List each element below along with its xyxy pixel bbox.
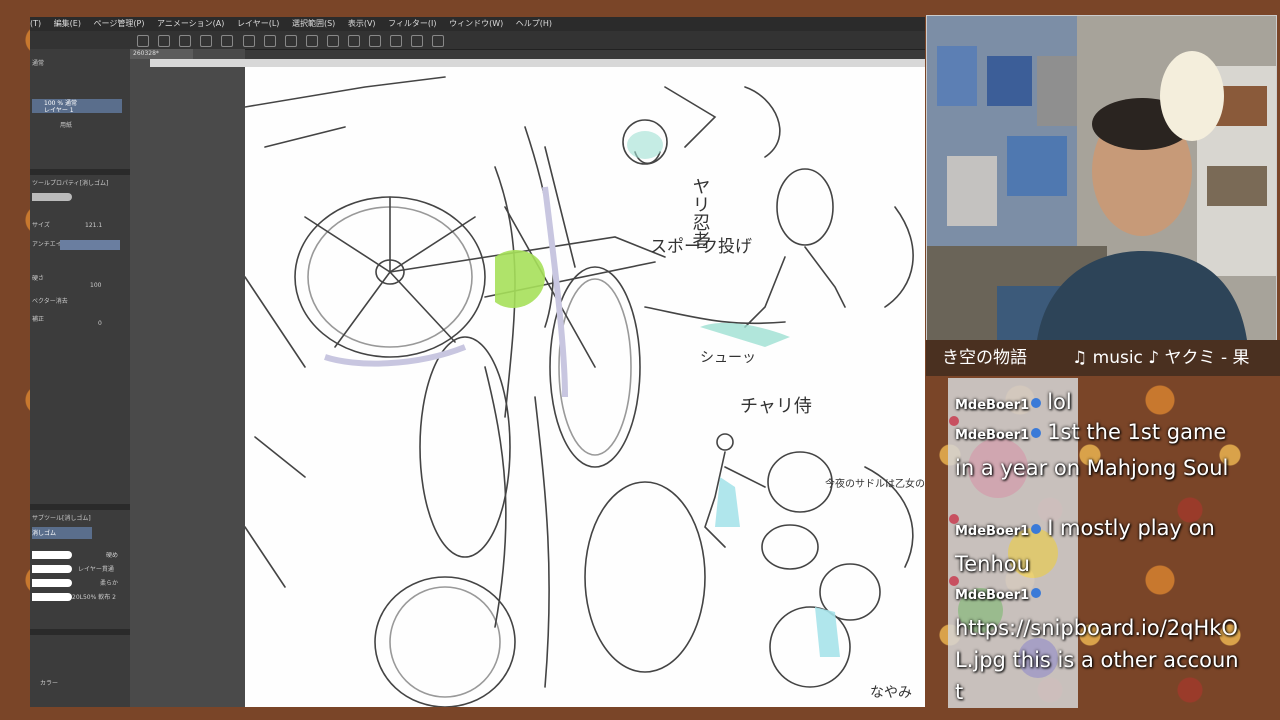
subtool-item-cloth[interactable]: 20L50% 軟布 2 <box>72 593 116 602</box>
command-toolbar <box>30 31 925 50</box>
stream-frame: (T) 編集(E) ページ管理(P) アニメーション(A) レイヤー(L) 選択… <box>0 0 1280 720</box>
menu-item-selection[interactable]: 選択範囲(S) <box>292 19 335 28</box>
user-badge-icon <box>1031 588 1042 598</box>
panel-divider <box>30 504 130 510</box>
layer-blend-mode[interactable]: 通常 <box>32 59 44 68</box>
menu-item-tools[interactable]: (T) <box>30 19 41 28</box>
menu-item-layer[interactable]: レイヤー(L) <box>237 19 279 28</box>
chat-username: MdeBoer1 <box>955 398 1030 413</box>
menu-item-animation[interactable]: アニメーション(A) <box>157 19 224 28</box>
menu-item-view[interactable]: 表示(V) <box>348 19 376 28</box>
subtool-soft-stroke-icon <box>32 579 72 587</box>
sketch-label-dialogue: 今夜のサドルは乙女の尻を欲しがっておるわ <box>825 477 925 490</box>
plush-toy <box>1160 51 1224 141</box>
menu-item-filter[interactable]: フィルター(I) <box>388 19 436 28</box>
brush-preview-icon <box>32 193 72 201</box>
chat-bullet-icon <box>949 576 959 586</box>
redo-icon[interactable] <box>242 35 255 47</box>
subtool-item-through[interactable]: レイヤー貫通 <box>78 565 114 574</box>
music-label: ♫ music ♪ ヤクミ - 果 <box>1072 348 1250 368</box>
chat-text: lol <box>1047 390 1072 414</box>
user-badge-icon <box>1031 524 1042 534</box>
sketch-label-shoo: シューッ <box>700 350 756 366</box>
menu-item-page[interactable]: ページ管理(P) <box>94 19 145 28</box>
hardness-value[interactable]: 100 <box>90 281 101 290</box>
sketch-label-spoke: スポーク投げ <box>650 237 752 257</box>
subtool-item-soft[interactable]: 柔らか <box>100 579 118 588</box>
new-file-icon[interactable] <box>137 35 150 47</box>
green-ninja-color <box>495 249 545 308</box>
menu-item-help[interactable]: ヘルプ(H) <box>516 19 552 28</box>
fill-icon[interactable] <box>284 35 297 47</box>
subtool-title: サブツール[消しゴム] <box>32 515 91 522</box>
chat-username: MdeBoer1 <box>955 524 1030 539</box>
chat-overlay: MdeBoer1 lol MdeBoer1 1st the 1st game in … <box>945 378 1245 708</box>
chat-username: MdeBoer1 <box>955 588 1030 603</box>
vector-erase-label: ベクター消去 <box>32 298 68 305</box>
select-all-icon[interactable] <box>348 35 361 47</box>
menu-item-window[interactable]: ウィンドウ(W) <box>449 19 503 28</box>
webcam-feed <box>926 15 1277 341</box>
menu-item-edit[interactable]: 編集(E) <box>54 19 81 28</box>
loading-icon[interactable] <box>263 35 276 47</box>
chat-message: MdeBoer1 https://snipboard.io/2qHkOL.jpg … <box>949 576 1240 708</box>
now-playing-bar: き空の物語 ♫ music ♪ ヤクミ - 果 <box>926 340 1280 376</box>
sketch-drawing: ヤリ忍者 スポーク投げ シューッ チャリ侍 今夜のサドルは乙女の尻を欲しがってお… <box>245 76 925 707</box>
subtool-cloth-stroke-icon <box>32 593 72 601</box>
chat-message: MdeBoer1 I mostly play on Tenhou <box>949 512 1240 580</box>
subtool-through-stroke-icon <box>32 565 72 573</box>
undo-icon[interactable] <box>221 35 234 47</box>
user-badge-icon <box>1031 428 1042 438</box>
music-title-scroll: き空の物語 <box>942 348 1027 368</box>
panel-divider <box>30 629 130 635</box>
hardness-label: 硬さ <box>32 275 45 282</box>
subtool-hard-stroke-icon <box>32 551 72 559</box>
chat-username: MdeBoer1 <box>955 428 1030 443</box>
clip-studio-window: (T) 編集(E) ページ管理(P) アニメーション(A) レイヤー(L) 選択… <box>30 17 925 707</box>
sketch-label-nayami: なやみ <box>870 685 912 701</box>
horizontal-ruler <box>150 59 925 67</box>
clear-icon[interactable] <box>326 35 339 47</box>
user-badge-icon <box>1031 398 1042 408</box>
correction-label: 補正 <box>32 316 45 323</box>
color-label[interactable]: カラー <box>40 679 58 688</box>
crop-icon[interactable] <box>390 35 403 47</box>
size-label: サイズ <box>32 222 50 229</box>
export-icon[interactable] <box>200 35 213 47</box>
subtool-header: 消しゴム <box>32 530 57 537</box>
layer-and-tool-panel: 通常 100 % 通常 レイヤー 1 用紙 ツールプロパティ[消しゴム] サイズ… <box>30 49 130 707</box>
subtool-item-hard[interactable]: 硬め <box>106 551 118 560</box>
document-tab[interactable]: 260328* <box>130 49 193 59</box>
empty-dock-column <box>130 49 245 707</box>
layer-item-paper[interactable]: 用紙 <box>60 121 72 130</box>
transform-icon[interactable] <box>305 35 318 47</box>
help-icon[interactable] <box>432 35 445 47</box>
settings-icon[interactable] <box>411 35 424 47</box>
deselect-icon[interactable] <box>369 35 382 47</box>
chat-text: https://snipboard.io/2qHkOL.jpg this is … <box>955 616 1239 704</box>
menu-bar: (T) 編集(E) ページ管理(P) アニメーション(A) レイヤー(L) 選択… <box>30 17 925 31</box>
sketch-label-chari-samurai: チャリ侍 <box>740 396 812 417</box>
chat-bullet-icon <box>949 416 959 426</box>
antialias-selector[interactable] <box>60 240 120 250</box>
chat-bullet-icon <box>949 514 959 524</box>
open-file-icon[interactable] <box>158 35 171 47</box>
tool-property-title: ツールプロパティ[消しゴム] <box>32 180 109 187</box>
layer-item-1-name: レイヤー 1 <box>44 107 74 114</box>
webcam-image <box>927 16 1276 340</box>
correction-value[interactable]: 0 <box>98 319 102 328</box>
drawing-canvas[interactable]: ヤリ忍者 スポーク投げ シューッ チャリ侍 今夜のサドルは乙女の尻を欲しがってお… <box>245 67 925 707</box>
save-icon[interactable] <box>179 35 192 47</box>
panel-divider <box>30 169 130 175</box>
chat-message: MdeBoer1 1st the 1st game in a year on Ma… <box>949 416 1240 484</box>
size-value[interactable]: 121.1 <box>85 221 102 230</box>
